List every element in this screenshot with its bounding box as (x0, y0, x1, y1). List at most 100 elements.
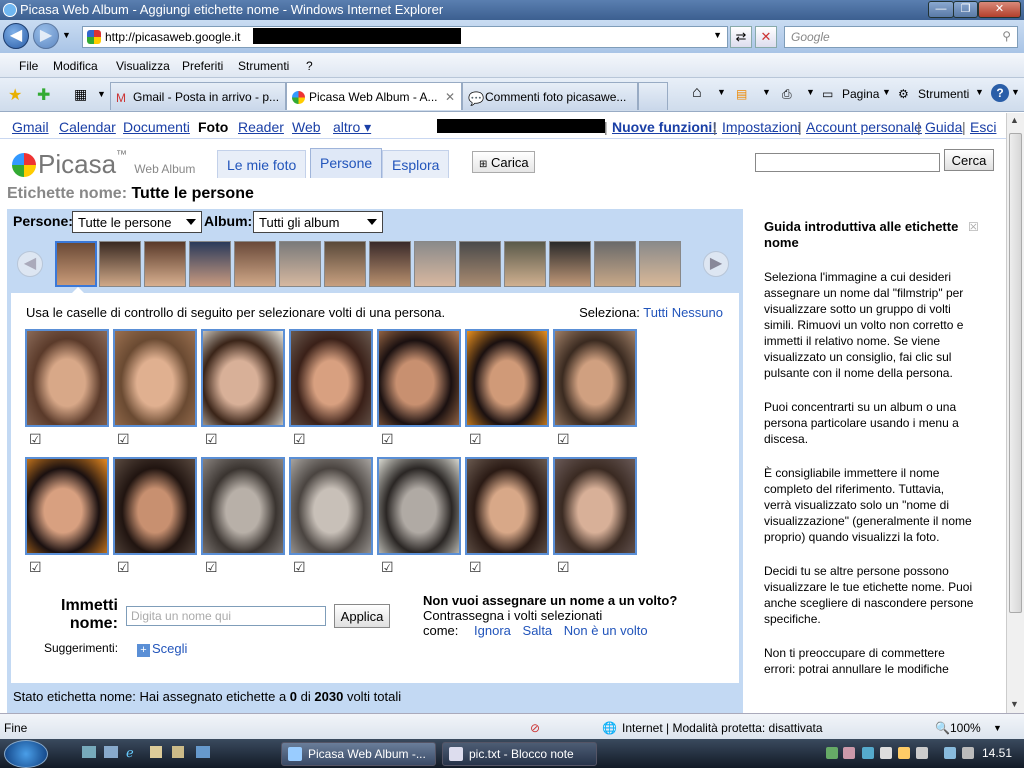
search-field[interactable]: Google ⚲ (784, 26, 1018, 48)
face-thumbnail[interactable] (25, 457, 109, 555)
maximize-button[interactable]: ❐ (953, 1, 978, 18)
scroll-thumb[interactable] (1009, 133, 1022, 613)
face-thumbnail[interactable] (465, 329, 549, 427)
show-desktop-icon[interactable] (82, 746, 96, 758)
picasa-logo[interactable]: Picasa™ Web Album (12, 149, 195, 180)
gbar-impostazioni[interactable]: Impostazioni (722, 119, 801, 135)
gbar-account[interactable]: Account personale (806, 119, 922, 135)
help-dropdown-icon[interactable]: ▼ (1011, 87, 1020, 97)
tray-icon[interactable] (916, 747, 928, 759)
quicklaunch-icon[interactable] (150, 746, 162, 758)
face-checkbox[interactable]: ☑ (381, 431, 394, 448)
tab-esplora[interactable]: Esplora (382, 150, 450, 178)
filmstrip-next-icon[interactable]: ▶ (703, 251, 729, 277)
tray-icon[interactable] (880, 747, 892, 759)
photo-search-input[interactable] (755, 153, 940, 172)
face-checkbox[interactable]: ☑ (117, 559, 130, 576)
filmstrip-thumb[interactable] (189, 241, 231, 287)
tools-menu[interactable]: Strumenti (918, 87, 969, 101)
print-icon[interactable]: ⎙ (782, 87, 792, 102)
menu-preferiti[interactable]: Preferiti (182, 59, 223, 73)
home-dropdown-icon[interactable]: ▼ (717, 87, 726, 97)
face-thumbnail[interactable] (465, 457, 549, 555)
filmstrip-prev-icon[interactable]: ◀ (17, 251, 43, 277)
face-thumbnail[interactable] (377, 457, 461, 555)
tab-gmail[interactable]: M Gmail - Posta in arrivo - p... (110, 82, 286, 110)
filmstrip-thumb[interactable] (369, 241, 411, 287)
menu-file[interactable]: File (19, 59, 38, 73)
filmstrip-thumb[interactable] (144, 241, 186, 287)
face-checkbox[interactable]: ☑ (293, 431, 306, 448)
vertical-scrollbar[interactable]: ▲ ▼ (1006, 113, 1024, 713)
gbar-calendar[interactable]: Calendar (59, 119, 116, 135)
clock[interactable]: 14.51 (982, 746, 1012, 760)
gbar-gmail[interactable]: Gmail (12, 119, 49, 135)
face-checkbox[interactable]: ☑ (469, 559, 482, 576)
zoom-level[interactable]: 100% (950, 721, 981, 735)
menu-strumenti[interactable]: Strumenti (238, 59, 289, 73)
filmstrip-thumb[interactable] (639, 241, 681, 287)
refresh-icon[interactable]: ⇄ (730, 26, 752, 48)
menu-help[interactable]: ? (306, 59, 313, 73)
ignore-link[interactable]: Ignora (474, 623, 511, 638)
search-icon[interactable]: ⚲ (1002, 29, 1011, 43)
ie-launch-icon[interactable]: ℯ (126, 745, 134, 761)
stop-icon[interactable]: ✕ (755, 26, 777, 48)
face-thumbnail[interactable] (201, 457, 285, 555)
face-checkbox[interactable]: ☑ (469, 431, 482, 448)
upload-button[interactable]: ⊞ Carica (472, 151, 535, 173)
face-thumbnail[interactable] (25, 329, 109, 427)
network-icon[interactable] (944, 747, 956, 759)
search-button[interactable]: Cerca (944, 149, 994, 171)
face-checkbox[interactable]: ☑ (557, 559, 570, 576)
history-dropdown-icon[interactable]: ▼ (62, 30, 71, 40)
face-thumbnail[interactable] (201, 329, 285, 427)
tab-list-icon[interactable]: ▼ (97, 89, 106, 99)
minimize-button[interactable]: — (928, 1, 954, 18)
page-menu[interactable]: Pagina (842, 87, 879, 101)
tab-picasa[interactable]: Picasa Web Album - A... ✕ (286, 82, 462, 110)
select-none-link[interactable]: Nessuno (672, 305, 723, 320)
back-button[interactable]: ◀ (3, 23, 29, 49)
skip-link[interactable]: Salta (523, 623, 553, 638)
scroll-down-icon[interactable]: ▼ (1010, 699, 1019, 709)
filmstrip-thumb[interactable] (234, 241, 276, 287)
face-thumbnail[interactable] (377, 329, 461, 427)
taskbar-item-notepad[interactable]: pic.txt - Blocco note (442, 742, 597, 766)
face-checkbox[interactable]: ☑ (293, 559, 306, 576)
close-tab-icon[interactable]: ✕ (445, 90, 455, 104)
filmstrip-thumb[interactable] (504, 241, 546, 287)
close-help-icon[interactable]: ☒ (968, 219, 979, 235)
page-dropdown-icon[interactable]: ▼ (882, 87, 891, 97)
close-window-button[interactable]: ✕ (978, 1, 1021, 18)
face-checkbox[interactable]: ☑ (29, 559, 42, 576)
filmstrip-thumb[interactable] (55, 241, 97, 287)
url-field[interactable]: http://picasaweb.google.it ▼ (82, 26, 728, 48)
tab-le-mie-foto[interactable]: Le mie foto (217, 150, 307, 178)
face-checkbox[interactable]: ☑ (381, 559, 394, 576)
filmstrip-thumb[interactable] (279, 241, 321, 287)
tab-persone[interactable]: Persone (310, 148, 383, 178)
album-select[interactable]: Tutti gli album (253, 211, 383, 233)
face-thumbnail[interactable] (113, 457, 197, 555)
help-icon[interactable]: ? (991, 84, 1009, 102)
face-thumbnail[interactable] (289, 329, 373, 427)
taskbar-item-picasa[interactable]: Picasa Web Album -... (281, 742, 436, 766)
face-checkbox[interactable]: ☑ (557, 431, 570, 448)
face-checkbox[interactable]: ☑ (205, 559, 218, 576)
scroll-up-icon[interactable]: ▲ (1010, 115, 1019, 125)
volume-icon[interactable] (962, 747, 974, 759)
face-thumbnail[interactable] (553, 329, 637, 427)
feeds-icon[interactable]: ▤ (736, 87, 747, 101)
home-icon[interactable]: ⌂ (692, 84, 702, 102)
gbar-nuove-funzioni[interactable]: Nuove funzioni! (612, 119, 717, 135)
tab-commenti[interactable]: 💬 Commenti foto picasawe... (462, 82, 638, 110)
gbar-reader[interactable]: Reader (238, 119, 284, 135)
menu-modifica[interactable]: Modifica (53, 59, 98, 73)
face-thumbnail[interactable] (113, 329, 197, 427)
filmstrip-thumb[interactable] (459, 241, 501, 287)
face-thumbnail[interactable] (553, 457, 637, 555)
tools-dropdown-icon[interactable]: ▼ (975, 87, 984, 97)
favorites-star-icon[interactable]: ★ (8, 85, 22, 105)
forward-button[interactable]: ▶ (33, 23, 59, 49)
